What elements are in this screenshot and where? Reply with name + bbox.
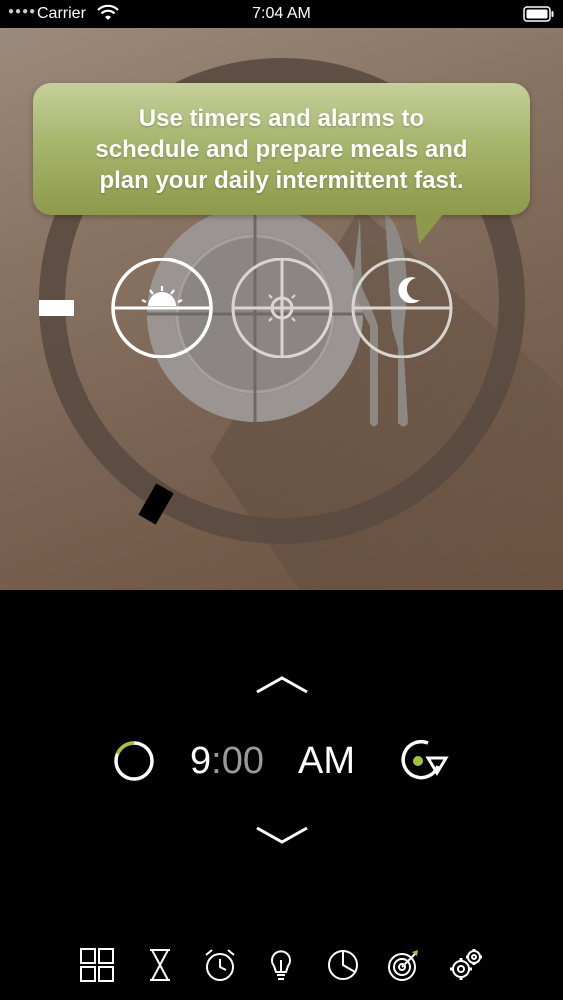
settings-icon[interactable] bbox=[447, 946, 485, 984]
sun-icon[interactable] bbox=[230, 258, 334, 358]
tooltip-text: Use timers and alarms to schedule and pr… bbox=[95, 104, 468, 194]
status-time: 7:04 AM bbox=[252, 5, 311, 22]
target-icon[interactable] bbox=[385, 946, 423, 984]
hourglass-icon[interactable] bbox=[141, 946, 179, 984]
minutes-value[interactable]: 00 bbox=[222, 740, 264, 782]
alarm-clock-icon[interactable] bbox=[201, 946, 239, 984]
hour-value[interactable]: 9 bbox=[190, 740, 211, 782]
lightbulb-icon[interactable] bbox=[262, 946, 300, 984]
increase-time-button[interactable] bbox=[255, 672, 309, 698]
pie-chart-icon[interactable] bbox=[324, 946, 362, 984]
alarm-toggle-icon[interactable] bbox=[398, 738, 450, 784]
hero-illustration: Use timers and alarms to schedule and pr… bbox=[0, 28, 563, 590]
tab-bar bbox=[0, 940, 563, 990]
progress-ring-icon[interactable] bbox=[112, 739, 156, 783]
battery-icon bbox=[523, 6, 554, 22]
time-separator: : bbox=[211, 740, 222, 782]
grid-icon[interactable] bbox=[78, 946, 116, 984]
sunrise-icon[interactable] bbox=[110, 258, 214, 358]
meridiem-value[interactable]: AM bbox=[298, 735, 362, 787]
decrease-time-button[interactable] bbox=[255, 822, 309, 848]
tooltip-tail bbox=[415, 212, 445, 244]
status-bar: ●●●● Carrier 7:04 AM bbox=[0, 0, 563, 28]
onboarding-tooltip: Use timers and alarms to schedule and pr… bbox=[33, 83, 530, 215]
moon-icon[interactable] bbox=[350, 258, 454, 358]
